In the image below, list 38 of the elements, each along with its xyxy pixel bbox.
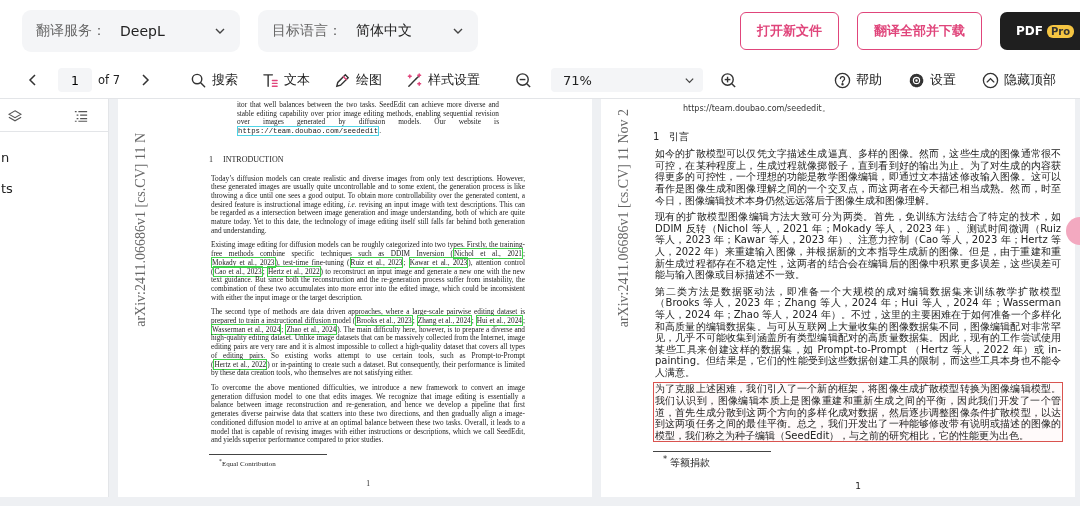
sidebar-item[interactable]: ts bbox=[1, 181, 13, 196]
footnote: $^{*}$ 等额捐款 bbox=[663, 454, 712, 470]
search-icon bbox=[190, 71, 208, 89]
translation-service-dropdown[interactable]: 翻译服务： DeepL bbox=[22, 10, 240, 52]
draw-button[interactable]: 绘图 bbox=[332, 69, 385, 91]
layers-icon[interactable] bbox=[8, 109, 22, 123]
pro-badge: Pro bbox=[1046, 24, 1075, 38]
arxiv-id-label: arXiv:2411.06686v1 [cs.CV] 11 N bbox=[133, 133, 149, 327]
page-number-field[interactable]: 1 bbox=[58, 68, 92, 92]
magic-wand-icon bbox=[406, 71, 424, 89]
page-number: 1 bbox=[855, 481, 861, 493]
section-heading: 1 引言 bbox=[653, 130, 691, 143]
paragraph: https://team.doubao.com/seededit。 bbox=[683, 103, 831, 115]
style-settings-button[interactable]: 样式设置 bbox=[404, 69, 483, 91]
arxiv-id-label: arXiv:2411.06686v1 [cs.CV] 11 Nov 2 bbox=[616, 108, 632, 327]
list-icon[interactable] bbox=[74, 109, 88, 123]
paragraph: 为了克服上述困难，我们引入了一个新的框架，将图像生成扩散模型转换为图像编辑模型。我们认识到，图像编辑本质上是图像重建和重新生成之间的平衡，因此我们开发了一个管道，首先生成分散到这两个方向的多样化成对数据，然后逐步调整图像条件扩散模型，以达到这两项任务之间的最佳平衡。总之，我们开发出了一种能够修改带有说明或描述的图像的模型，我们称之为种子编辑（SeedEdit），与之前的研究相比，它的性能更为出色。 bbox=[653, 382, 1063, 443]
text-icon bbox=[262, 71, 280, 89]
pdf-pro-button[interactable]: PDF Pro bbox=[1000, 12, 1080, 50]
paragraph: 如今的扩散模型可以仅凭文字描述生成逼真、多样的图像。然而，这些生成的图像通常很不可控，在某种程度上，生成过程就像掷骰子，直到看到好的输出为止。为了对生成的内容获得更多的可控性，一个理想的功能是教学图像编辑，即通过文本描述修改输入图像。这可以看作是图像生成和图像理解之间的一个交叉点，而这两者在今天都已相当成熟。然而，时至今日，图像编辑技术本身仍然远远落后于图像生成和图像理解。 bbox=[654, 147, 1062, 208]
text-button[interactable]: 文本 bbox=[260, 69, 313, 91]
section-heading: 1 INTRODUCTION bbox=[209, 155, 285, 165]
hide-top-button[interactable]: 隐藏顶部 bbox=[980, 69, 1058, 91]
paragraph: 第二类方法是数据驱动法，即准备一个大规模的成对编辑数据集来训练教学扩散模型（Brooks 等人，2023 年；Zhang 等人，2024 年；Hui 等人，2024 年；Wasserman 等人，2024 年；Zhao 等人，2024 年）。不过，这里的主要困难在于如何准备一个多样化和高质量的编辑数据集。与可从互联网上大量收集的图像数据集不同，图像编辑配对非常罕见，几乎不可能收集到涵盖所有类型编辑配对的高质量数据集。因此，现有的工作尝试使用某些工具来创建这样的数据集，如 Prompt-to-Prompt （Hertz 等人，2022 年）或 in-painting。但结果是，它们的性能受到这些数据创建工具的限制，而这些工具本身也不能令人满意。 bbox=[654, 284, 1062, 380]
pencil-icon bbox=[334, 71, 352, 89]
open-file-button[interactable]: 打开新文件 bbox=[740, 12, 839, 50]
sidebar-item[interactable]: n bbox=[1, 150, 10, 165]
search-button[interactable]: 搜索 bbox=[188, 69, 241, 91]
settings-icon bbox=[908, 71, 925, 89]
zoom-dropdown[interactable]: 71% bbox=[551, 68, 704, 92]
settings-button[interactable]: 设置 bbox=[906, 69, 958, 91]
paragraph: 现有的扩散模型图像编辑方法大致可分为两类。首先，免训练方法结合了特定的技术，如 DDIM 反转（Nichol 等人，2021 年；Mokady 等人，2023 年）、测试时间微调（Ruiz 等人，2023 年；Kawar 等人，2023 年）、注意力控制（Cao 等人，2023 年；Hertz 等人，2022 年）来重建输入图像，并根据新的文本指导生成新的图像。但是，由于重建和重新生成过程都存在不稳定性，这两者的结合会在编辑后的图像中积累更多误差，这些误差可能与输入图像或目标描述不一致。 bbox=[654, 210, 1062, 282]
translate-download-button[interactable]: 翻译全部并下载 bbox=[857, 12, 982, 50]
page-count: of 7 bbox=[98, 73, 121, 87]
target-language-dropdown[interactable]: 目标语言： 简体中文 bbox=[258, 10, 478, 52]
help-icon bbox=[834, 71, 851, 89]
chevron-up-circle-icon bbox=[982, 71, 999, 89]
help-button[interactable]: 帮助 bbox=[832, 69, 884, 91]
